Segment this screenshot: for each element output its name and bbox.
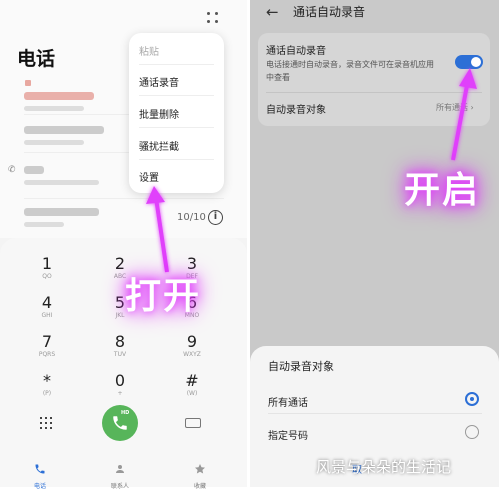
enable-annotation: 开启 — [404, 170, 481, 211]
open-arrow — [146, 186, 169, 273]
open-annotation: 打开 — [125, 276, 202, 317]
enable-arrow — [451, 68, 477, 161]
annotation-arrows — [146, 68, 477, 273]
